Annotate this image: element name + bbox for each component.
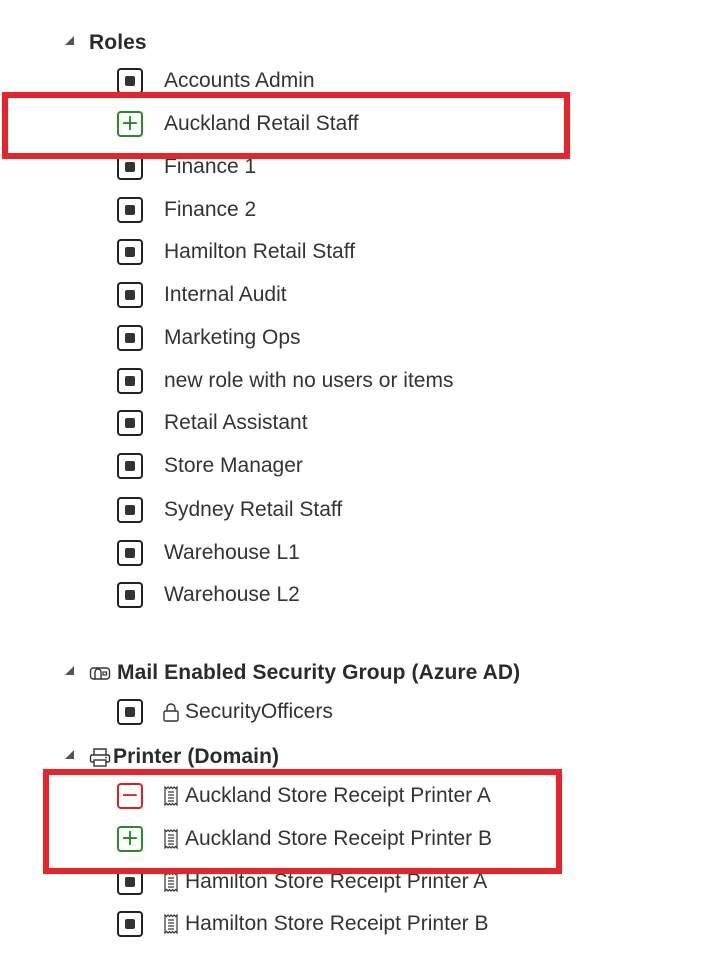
- tree-item-label: Auckland Retail Staff: [164, 112, 359, 135]
- tree-item-label: Warehouse L1: [164, 541, 300, 564]
- expand-triangle-icon[interactable]: [62, 747, 76, 761]
- indeterminate-checkbox[interactable]: [117, 197, 143, 223]
- tree-item[interactable]: Sydney Retail Staff: [117, 495, 342, 525]
- indeterminate-checkbox[interactable]: [117, 154, 143, 180]
- tree-item[interactable]: Warehouse L1: [117, 538, 300, 568]
- receipt-icon: [162, 785, 180, 807]
- tree-item-label: Retail Assistant: [164, 411, 308, 434]
- receipt-icon: [162, 913, 180, 935]
- checkbox-fill-icon: [125, 461, 135, 471]
- receipt-icon: [162, 828, 180, 850]
- indeterminate-checkbox[interactable]: [117, 368, 143, 394]
- group-header-roles[interactable]: Roles: [62, 28, 147, 58]
- expand-triangle-icon[interactable]: [62, 663, 76, 677]
- tree-item-label: Finance 2: [164, 198, 257, 221]
- tree-item-label: Hamilton Store Receipt Printer A: [185, 870, 488, 893]
- tree-item-label: Store Manager: [164, 454, 303, 477]
- added-checkbox[interactable]: +: [117, 111, 143, 137]
- indeterminate-checkbox[interactable]: [117, 540, 143, 566]
- tree-item[interactable]: Warehouse L2: [117, 580, 300, 610]
- checkbox-fill-icon: [125, 418, 135, 428]
- tree-item[interactable]: + Auckland Retail Staff: [117, 109, 359, 139]
- tree-item[interactable]: Finance 2: [117, 195, 256, 225]
- tree-item[interactable]: Finance 1: [117, 152, 256, 182]
- expand-triangle-icon[interactable]: [62, 33, 76, 47]
- indeterminate-checkbox[interactable]: [117, 410, 143, 436]
- minus-icon: −: [120, 783, 140, 808]
- indeterminate-checkbox[interactable]: [117, 582, 143, 608]
- group-header-mail-enabled-security-group[interactable]: Mail Enabled Security Group (Azure AD): [62, 658, 520, 688]
- tree-item[interactable]: Hamilton Retail Staff: [117, 237, 355, 267]
- group-header-printer-domain[interactable]: Printer (Domain): [62, 742, 279, 772]
- indeterminate-checkbox[interactable]: [117, 325, 143, 351]
- group-label: Roles: [89, 31, 147, 54]
- checkbox-fill-icon: [125, 590, 135, 600]
- tree-item[interactable]: Retail Assistant: [117, 408, 308, 438]
- tree-item[interactable]: Accounts Admin: [117, 66, 315, 96]
- receipt-icon: [162, 871, 180, 893]
- indeterminate-checkbox[interactable]: [117, 282, 143, 308]
- checkbox-fill-icon: [125, 290, 135, 300]
- tree-item-label: Accounts Admin: [164, 69, 315, 92]
- tree-item-label: Finance 1: [164, 155, 257, 178]
- indeterminate-checkbox[interactable]: [117, 869, 143, 895]
- indeterminate-checkbox[interactable]: [117, 497, 143, 523]
- tree-item[interactable]: Marketing Ops: [117, 323, 301, 353]
- plus-icon: +: [120, 111, 140, 136]
- checkbox-fill-icon: [125, 76, 135, 86]
- plus-icon: +: [120, 826, 140, 851]
- checkbox-fill-icon: [125, 548, 135, 558]
- lock-icon: [162, 701, 180, 723]
- tree-item[interactable]: SecurityOfficers: [117, 697, 333, 727]
- tree-item[interactable]: + Auckland Store Receipt Printer B: [117, 824, 492, 854]
- printer-icon: [89, 748, 111, 767]
- checkbox-fill-icon: [125, 505, 135, 515]
- tree-item[interactable]: new role with no users or items: [117, 366, 453, 396]
- group-label: Printer (Domain): [113, 745, 280, 768]
- checkbox-fill-icon: [125, 205, 135, 215]
- tree-item-label: Warehouse L2: [164, 583, 300, 606]
- removed-checkbox[interactable]: −: [117, 783, 143, 809]
- checkbox-fill-icon: [125, 877, 135, 887]
- tree-item-label: new role with no users or items: [164, 369, 454, 392]
- tree-item-label: Auckland Store Receipt Printer A: [185, 784, 491, 807]
- tree-item[interactable]: Hamilton Store Receipt Printer B: [117, 909, 488, 939]
- indeterminate-checkbox[interactable]: [117, 68, 143, 94]
- tree-item[interactable]: Store Manager: [117, 451, 303, 481]
- tree-item[interactable]: Hamilton Store Receipt Printer A: [117, 867, 487, 897]
- group-label: Mail Enabled Security Group (Azure AD): [117, 661, 521, 684]
- checkbox-fill-icon: [125, 333, 135, 343]
- tree-item-label: Internal Audit: [164, 283, 287, 306]
- checkbox-fill-icon: [125, 707, 135, 717]
- indeterminate-checkbox[interactable]: [117, 699, 143, 725]
- tree-item-label: Hamilton Retail Staff: [164, 240, 356, 263]
- tree-item-label: Sydney Retail Staff: [164, 498, 343, 521]
- indeterminate-checkbox[interactable]: [117, 911, 143, 937]
- tree-item-label: Auckland Store Receipt Printer B: [185, 827, 492, 850]
- tree-item-label: Marketing Ops: [164, 326, 301, 349]
- checkbox-fill-icon: [125, 247, 135, 257]
- checkbox-fill-icon: [125, 376, 135, 386]
- tree-item-label: SecurityOfficers: [185, 700, 333, 723]
- added-checkbox[interactable]: +: [117, 826, 143, 852]
- checkbox-fill-icon: [125, 162, 135, 172]
- mailbox-icon: [89, 667, 111, 680]
- tree-item[interactable]: − Auckland Store Receipt Printer A: [117, 781, 491, 811]
- indeterminate-checkbox[interactable]: [117, 239, 143, 265]
- checkbox-fill-icon: [125, 919, 135, 929]
- tree-item-label: Hamilton Store Receipt Printer B: [185, 912, 489, 935]
- indeterminate-checkbox[interactable]: [117, 453, 143, 479]
- tree-item[interactable]: Internal Audit: [117, 280, 287, 310]
